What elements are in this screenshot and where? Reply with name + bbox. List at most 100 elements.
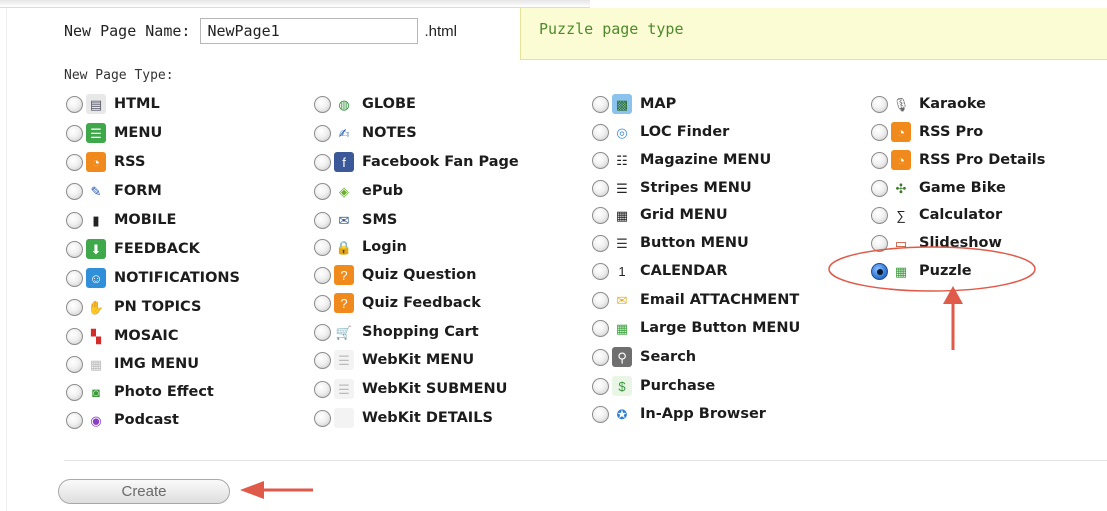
radio-button-stripes-menu[interactable] [592,179,609,197]
radio-button-shopping-cart[interactable] [314,323,331,341]
page-type-option-facebook-fan-page[interactable]: f Facebook Fan Page [314,150,519,174]
page-type-option-html[interactable]: ▤ HTML [66,92,160,116]
radio-button-magazine-menu[interactable] [592,151,609,169]
envelope-icon: ✉ [334,210,354,230]
page-type-option-search[interactable]: ⚲ Search [592,345,696,369]
page-type-option-rss-pro-details[interactable]: ◔ RSS Pro Details [871,148,1045,172]
radio-button-notifications[interactable] [66,269,83,287]
page-type-option-webkit-details[interactable]: WebKit DETAILS [314,406,493,430]
option-label-karaoke: Karaoke [919,96,987,112]
option-label-game-bike: Game Bike [919,180,1006,196]
option-label-purchase: Purchase [640,378,716,394]
radio-button-html[interactable] [66,95,83,113]
pencil-icon: ✎ [86,181,106,201]
page-type-option-loc-finder[interactable]: ◎ LOC Finder [592,120,729,144]
page-type-option-img-menu[interactable]: ▦ IMG MENU [66,352,199,376]
page-type-option-webkit-menu[interactable]: ☰ WebKit MENU [314,348,474,372]
radio-button-in-app-browser[interactable] [592,405,609,423]
page-type-option-notes[interactable]: ✍ NOTES [314,121,417,145]
radio-button-notes[interactable] [314,124,331,142]
option-label-calendar: CALENDAR [640,263,728,279]
page-type-option-menu[interactable]: ☰ MENU [66,121,162,145]
page-type-option-mosaic[interactable]: ▚ MOSAIC [66,324,178,348]
page-type-option-rss-pro[interactable]: ◔ RSS Pro [871,120,983,144]
radio-button-sms[interactable] [314,211,331,229]
radio-button-email-attachment[interactable] [592,291,609,309]
option-label-slideshow: Slideshow [919,235,1002,251]
page-type-option-stripes-menu[interactable]: ☰ Stripes MENU [592,176,752,200]
page-type-option-podcast[interactable]: ◉ Podcast [66,408,179,432]
page-type-option-quiz-feedback[interactable]: ? Quiz Feedback [314,291,481,315]
radio-button-game-bike[interactable] [871,179,888,197]
option-label-mosaic: MOSAIC [114,328,179,344]
radio-button-quiz-question[interactable] [314,266,331,284]
radio-button-globe[interactable] [314,95,331,113]
radio-button-calculator[interactable] [871,206,888,224]
page-type-option-email-attachment[interactable]: ✉ Email ATTACHMENT [592,288,799,312]
radio-button-slideshow[interactable] [871,234,888,252]
option-label-podcast: Podcast [114,412,179,428]
radio-button-feedback[interactable] [66,240,83,258]
radio-button-epub[interactable] [314,182,331,200]
page-type-option-globe[interactable]: ◍ GLOBE [314,92,416,116]
page-type-option-game-bike[interactable]: ✣ Game Bike [871,176,1006,200]
page-type-option-pn-topics[interactable]: ✋ PN TOPICS [66,295,201,319]
radio-button-webkit-menu[interactable] [314,351,331,369]
radio-button-mosaic[interactable] [66,327,83,345]
page-type-option-rss[interactable]: ◔ RSS [66,150,145,174]
page-type-option-login[interactable]: 🔒 Login [314,235,407,259]
radio-button-search[interactable] [592,348,609,366]
page-type-hint-box: Puzzle page type [520,8,1107,60]
radio-button-webkit-submenu[interactable] [314,380,331,398]
radio-button-form[interactable] [66,182,83,200]
page-type-option-puzzle[interactable]: ▦ Puzzle [871,259,972,283]
radio-button-photo-effect[interactable] [66,383,83,401]
page-type-option-in-app-browser[interactable]: ✪ In-App Browser [592,402,766,426]
page-type-option-sms[interactable]: ✉ SMS [314,208,397,232]
page-type-option-karaoke[interactable]: 🎙 Karaoke [871,92,986,116]
radio-button-button-menu[interactable] [592,234,609,252]
radio-button-puzzle[interactable] [871,262,888,280]
radio-button-mobile[interactable] [66,211,83,229]
page-type-option-large-button-menu[interactable]: ▦ Large Button MENU [592,316,800,340]
page-type-option-magazine-menu[interactable]: ☷ Magazine MENU [592,148,771,172]
radio-button-menu[interactable] [66,124,83,142]
page-type-option-slideshow[interactable]: ▭ Slideshow [871,231,1002,255]
page-name-input[interactable] [200,18,419,44]
stripes-menu-icon: ☰ [612,178,632,198]
radio-button-img-menu[interactable] [66,355,83,373]
page-type-option-grid-menu[interactable]: ▦ Grid MENU [592,203,728,227]
page-type-option-calculator[interactable]: ∑ Calculator [871,203,1002,227]
radio-button-grid-menu[interactable] [592,206,609,224]
radio-button-podcast[interactable] [66,411,83,429]
quiz-question-icon: ? [334,265,354,285]
radio-button-webkit-details[interactable] [314,409,331,427]
radio-button-large-button-menu[interactable] [592,319,609,337]
radio-button-rss-pro[interactable] [871,123,888,141]
page-type-option-button-menu[interactable]: ☰ Button MENU [592,231,749,255]
page-type-option-quiz-question[interactable]: ? Quiz Question [314,263,476,287]
page-type-option-map[interactable]: ▩ MAP [592,92,676,116]
page-type-option-mobile[interactable]: ▮ MOBILE [66,208,176,232]
radio-button-pn-topics[interactable] [66,298,83,316]
page-type-option-purchase[interactable]: $ Purchase [592,374,715,398]
radio-button-rss[interactable] [66,153,83,171]
radio-button-calendar[interactable] [592,262,609,280]
radio-button-purchase[interactable] [592,377,609,395]
page-type-option-epub[interactable]: ◈ ePub [314,179,403,203]
create-button[interactable]: Create [58,479,230,504]
radio-button-rss-pro-details[interactable] [871,151,888,169]
page-type-option-notifications[interactable]: ☺ NOTIFICATIONS [66,266,240,290]
radio-button-quiz-feedback[interactable] [314,294,331,312]
radio-button-karaoke[interactable] [871,95,888,113]
page-type-option-form[interactable]: ✎ FORM [66,179,162,203]
radio-button-login[interactable] [314,238,331,256]
radio-button-map[interactable] [592,95,609,113]
radio-button-loc-finder[interactable] [592,123,609,141]
page-type-option-shopping-cart[interactable]: 🛒 Shopping Cart [314,320,479,344]
page-type-option-photo-effect[interactable]: ◙ Photo Effect [66,380,214,404]
page-type-option-feedback[interactable]: ⬇ FEEDBACK [66,237,200,261]
radio-button-facebook-fan-page[interactable] [314,153,331,171]
page-type-option-webkit-submenu[interactable]: ☰ WebKit SUBMENU [314,377,507,401]
page-type-option-calendar[interactable]: 1 CALENDAR [592,259,728,283]
